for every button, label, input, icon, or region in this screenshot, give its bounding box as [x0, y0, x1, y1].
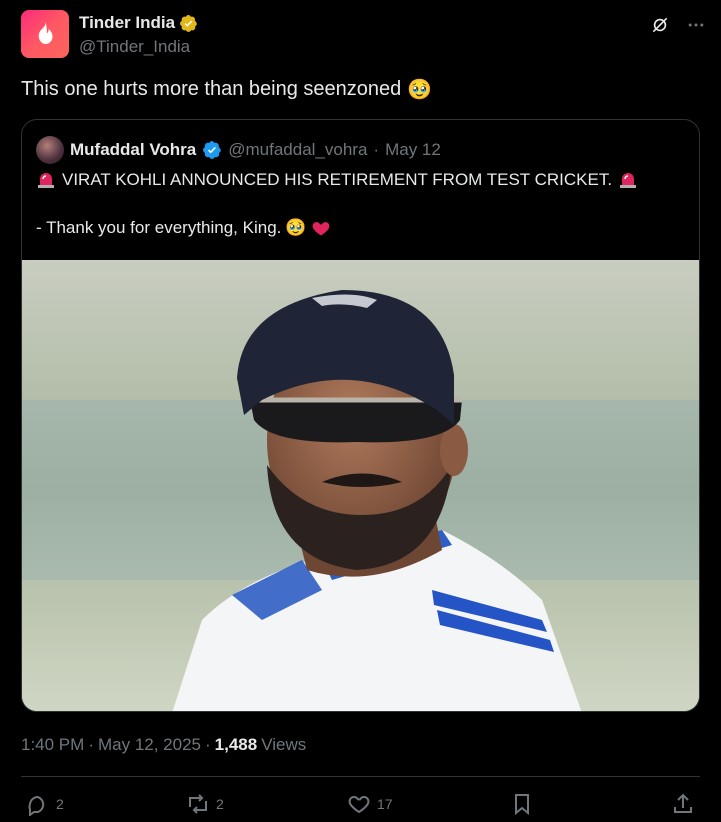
- quoted-tweet[interactable]: Mufaddal Vohra @mufaddal_vohra · May 12 …: [21, 119, 700, 712]
- views-label: Views: [261, 735, 307, 754]
- quoted-tweet-header: Mufaddal Vohra @mufaddal_vohra · May 12: [36, 136, 441, 164]
- author-names: Tinder India @Tinder_India: [79, 13, 198, 57]
- quoted-separator: ·: [373, 140, 380, 159]
- tinder-flame-icon: [38, 21, 53, 44]
- share-icon: [674, 793, 692, 813]
- more-options-icon[interactable]: [685, 14, 707, 36]
- avatar[interactable]: [21, 10, 69, 58]
- quoted-line-2: - Thank you for everything, King. 🥹: [36, 218, 331, 238]
- red-heart-icon: [312, 222, 329, 236]
- quoted-line-1-text: VIRAT KOHLI ANNOUNCED HIS RETIREMENT FRO…: [62, 170, 613, 189]
- blue-verified-badge-icon: [203, 141, 222, 159]
- quoted-date: May 12: [385, 140, 441, 159]
- tweet-text: This one hurts more than being seenzoned…: [21, 77, 432, 102]
- bookmark-icon: [515, 794, 529, 816]
- heart-icon: [348, 795, 370, 814]
- repost-button[interactable]: 2: [186, 792, 224, 816]
- like-button[interactable]: 17: [347, 792, 393, 816]
- author-name-text: Tinder India: [79, 13, 176, 32]
- author-handle[interactable]: @Tinder_India: [79, 37, 198, 57]
- reply-button[interactable]: 2: [26, 792, 64, 816]
- repost-icon: [189, 794, 207, 814]
- quoted-display-name: Mufaddal Vohra: [70, 140, 197, 159]
- meta-separator: ·: [88, 735, 94, 754]
- gold-verified-badge-icon[interactable]: [179, 14, 198, 33]
- bookmark-button[interactable]: [510, 792, 534, 816]
- cricketer-illustration: [22, 260, 699, 711]
- tweet-header: Tinder India @Tinder_India: [21, 10, 707, 60]
- quoted-line-2-text: - Thank you for everything, King.: [36, 218, 282, 237]
- author-display-name[interactable]: Tinder India: [79, 13, 198, 33]
- siren-icon: [38, 173, 54, 188]
- meta-separator: ·: [205, 735, 211, 754]
- tweet-date[interactable]: May 12, 2025: [98, 735, 201, 755]
- quoted-avatar: [36, 136, 64, 164]
- quoted-handle: @mufaddal_vohra: [228, 140, 368, 159]
- cricketer-photo[interactable]: [22, 260, 699, 711]
- quoted-line-1: VIRAT KOHLI ANNOUNCED HIS RETIREMENT FRO…: [36, 170, 638, 190]
- tweet-emoji: 🥹: [407, 79, 433, 101]
- divider: [21, 776, 700, 777]
- header-actions: [649, 14, 707, 36]
- like-count: 17: [377, 796, 393, 812]
- siren-icon: [620, 173, 637, 188]
- action-bar: 2 2 17: [26, 792, 695, 820]
- tweet-meta: 1:40 PM · May 12, 2025 · 1,488 Views: [21, 735, 306, 755]
- views-count: 1,488: [214, 735, 258, 754]
- grok-icon[interactable]: [649, 14, 671, 36]
- reply-count: 2: [56, 796, 64, 812]
- quoted-line-2-emoji: 🥹: [285, 218, 307, 237]
- repost-count: 2: [216, 796, 224, 812]
- reply-icon: [28, 795, 45, 816]
- tweet-body: This one hurts more than being seenzoned: [21, 78, 402, 100]
- tweet-time[interactable]: 1:40 PM: [21, 735, 84, 755]
- share-button[interactable]: [671, 792, 695, 816]
